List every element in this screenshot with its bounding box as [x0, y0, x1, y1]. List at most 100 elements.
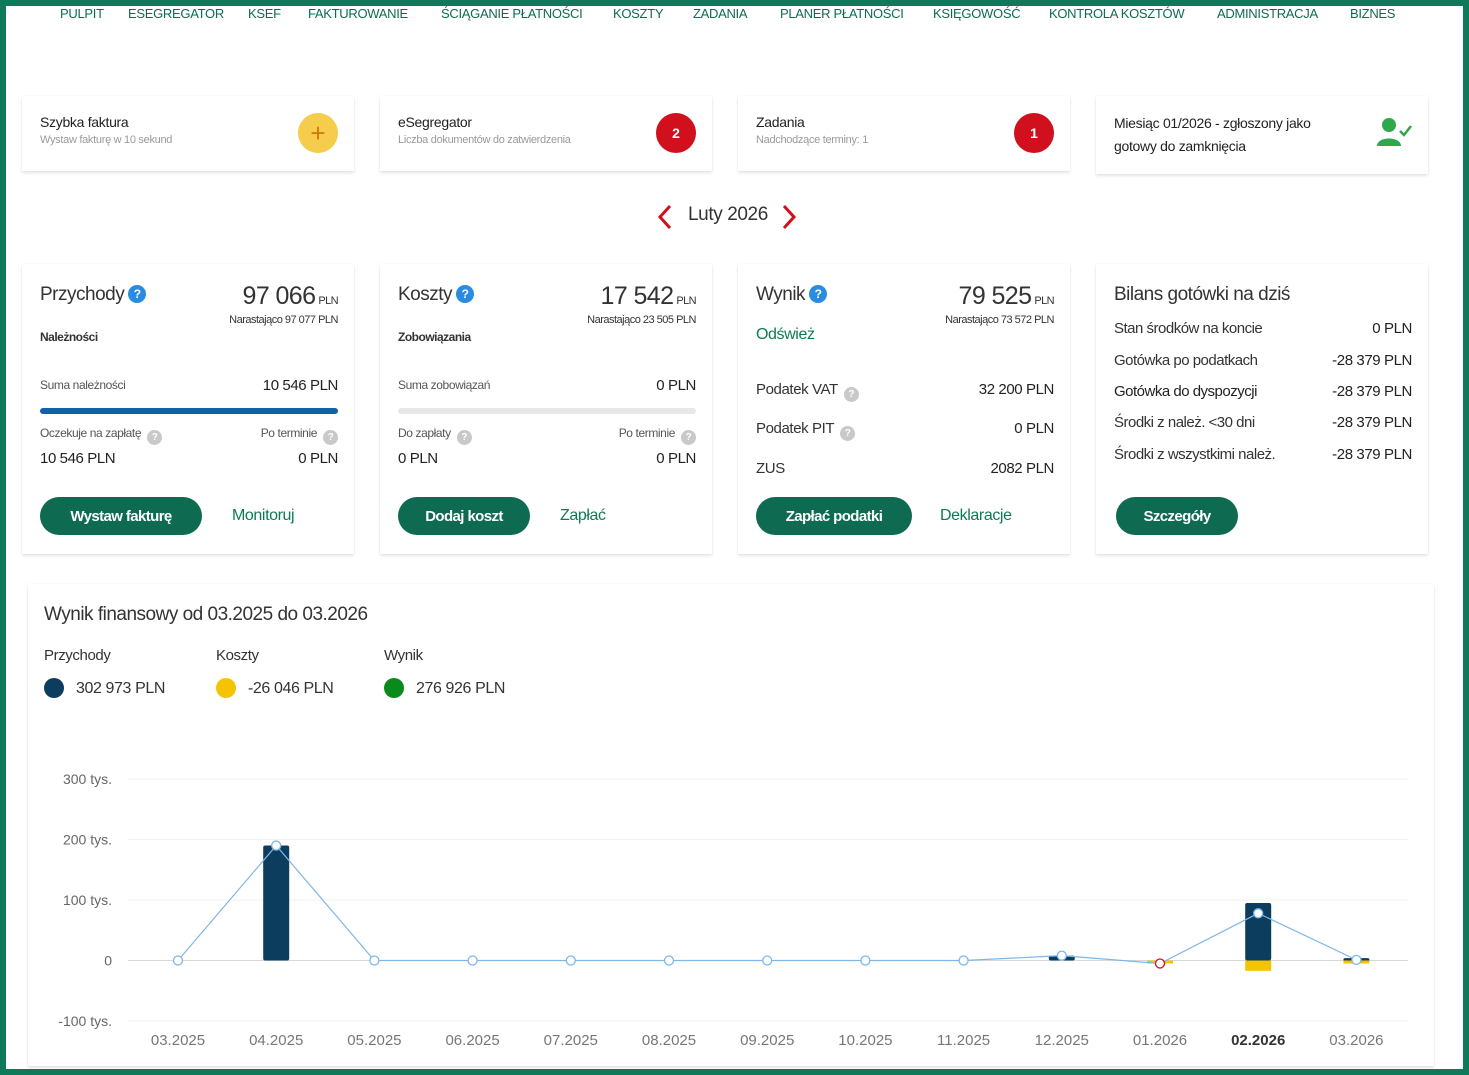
plus-icon[interactable]: +: [298, 113, 338, 153]
help-icon[interactable]: ?: [809, 285, 828, 303]
result-title-text: Wynik: [756, 284, 806, 305]
x-tick-label: 09.2025: [740, 1032, 794, 1049]
result-line: [177, 844, 1357, 965]
financial-result-card: Wynik finansowy od 03.2025 do 03.2026 Pr…: [28, 584, 1434, 1066]
result-point: [663, 955, 675, 966]
zus-value: 2082 PLN: [990, 460, 1054, 477]
help-icon[interactable]: ?: [840, 426, 856, 441]
cash-row-value: 0 PLN: [1372, 320, 1412, 337]
cash-row-value: -28 379 PLN: [1332, 414, 1412, 431]
user-check-icon: [1376, 116, 1412, 153]
issue-invoice-button[interactable]: Wystaw fakturę: [40, 497, 202, 535]
pit-label: Podatek PIT?: [756, 420, 856, 441]
y-tick-label: -100 tys.: [58, 1013, 112, 1029]
quick-invoice-title: Szybka faktura: [40, 114, 129, 130]
revenue-amount: 97 066 PLN: [243, 282, 339, 311]
nav-koszty[interactable]: KOSZTY: [613, 6, 664, 21]
pit-value: 0 PLN: [1014, 420, 1054, 437]
result-point: [1351, 954, 1362, 966]
x-tick-label: 01.2026: [1133, 1032, 1187, 1049]
esegregator-card[interactable]: eSegregator Liczba dokumentów do zatwier…: [380, 96, 712, 171]
costs-overdue-label-text: Po terminie: [618, 426, 676, 440]
liabilities-sum-label: Suma zobowiązań: [398, 378, 491, 392]
due-value: 0 PLN: [398, 450, 438, 467]
nav-administracja[interactable]: ADMINISTRACJA: [1217, 6, 1318, 21]
help-icon[interactable]: ?: [843, 387, 859, 402]
nav-planer[interactable]: PLANER PŁATNOŚCI: [780, 6, 904, 21]
nav-sciaganie[interactable]: ŚCIĄGANIE PŁATNOŚCI: [441, 6, 583, 21]
costs-amount: 17 542 PLN: [600, 282, 697, 311]
costs-overdue-value: 0 PLN: [656, 450, 696, 467]
help-icon[interactable]: ?: [147, 430, 163, 445]
x-tick-label: 04.2025: [249, 1032, 303, 1049]
monitor-link[interactable]: Monitoruj: [232, 507, 295, 525]
help-icon[interactable]: ?: [128, 285, 147, 303]
nav-zadania[interactable]: ZADANIA: [693, 6, 748, 21]
pit-label-text: Podatek PIT: [756, 420, 835, 437]
revenue-title-text: Przychody: [40, 284, 125, 305]
pay-link[interactable]: Zapłać: [560, 507, 606, 525]
cash-row-value: -28 379 PLN: [1332, 352, 1412, 369]
cash-row-label: Środki z wszystkimi należ.: [1114, 446, 1276, 463]
x-tick-label: 10.2025: [838, 1032, 892, 1049]
nav-ksiegowosc[interactable]: KSIĘGOWOŚĆ: [933, 6, 1021, 21]
y-tick-label: 200 tys.: [63, 832, 112, 848]
nav-kontrola[interactable]: KONTROLA KOSZTÓW: [1049, 6, 1185, 21]
cash-row-label: Środki z należ. <30 dni: [1114, 414, 1255, 431]
x-tick-label: 02.2026: [1231, 1032, 1285, 1049]
refresh-link[interactable]: Odśwież: [756, 326, 815, 344]
y-tick-label: 100 tys.: [63, 892, 112, 908]
receivables-progress-bar: [40, 408, 338, 414]
x-tick-label: 03.2025: [151, 1032, 205, 1049]
revenue-cumulative: Narastająco 97 077 PLN: [229, 314, 338, 326]
revenue-title: Przychody?: [40, 284, 147, 306]
nav-ksef[interactable]: KSEF: [248, 6, 281, 21]
esegregator-subtitle: Liczba dokumentów do zatwierdzenia: [398, 134, 571, 146]
prev-month-chevron-icon[interactable]: [656, 202, 674, 238]
result-point: [271, 840, 282, 851]
result-amount: 79 525 PLN: [959, 282, 1055, 311]
cash-row-value: -28 379 PLN: [1332, 383, 1412, 400]
esegregator-count-badge: 2: [656, 113, 696, 153]
declarations-link[interactable]: Deklaracje: [940, 507, 1012, 525]
costs-card: Koszty? 17 542 PLN Narastająco 23 505 PLN…: [380, 264, 712, 554]
vat-label: Podatek VAT?: [756, 381, 859, 402]
tasks-count-badge: 1: [1014, 113, 1054, 153]
result-point: [467, 955, 478, 966]
quick-invoice-card[interactable]: Szybka faktura Wystaw fakturę w 10 sekun…: [22, 96, 354, 171]
overdue-value: 0 PLN: [298, 450, 338, 467]
help-icon[interactable]: ?: [323, 430, 338, 445]
next-month-chevron-icon[interactable]: [780, 202, 798, 238]
help-icon[interactable]: ?: [681, 430, 696, 445]
tasks-card[interactable]: Zadania Nadchodzące terminy: 1 1: [738, 96, 1070, 171]
pay-taxes-button[interactable]: Zapłać podatki: [756, 497, 912, 535]
nav-fakturowanie[interactable]: FAKTUROWANIE: [308, 6, 408, 21]
result-unit: PLN: [1034, 295, 1054, 307]
receivables-sum-value: 10 546 PLN: [262, 377, 339, 394]
nav-esegregator[interactable]: ESEGREGATOR: [128, 6, 224, 21]
x-tick-label: 07.2025: [544, 1032, 598, 1049]
result-point: [1154, 958, 1166, 969]
nav-biznes[interactable]: BIZNES: [1350, 6, 1395, 21]
result-point: [762, 955, 773, 966]
nav-pulpit[interactable]: PULPIT: [60, 6, 104, 21]
result-card: Wynik? 79 525 PLN Narastająco 73 572 PLN …: [738, 264, 1070, 554]
liabilities-sum-value: 0 PLN: [656, 377, 696, 394]
add-cost-button[interactable]: Dodaj koszt: [398, 497, 530, 535]
costs-unit: PLN: [676, 295, 696, 307]
details-button[interactable]: Szczegóły: [1116, 497, 1238, 535]
costs-title-text: Koszty: [398, 284, 453, 305]
result-point: [565, 955, 576, 966]
x-tick-label: 05.2025: [347, 1032, 401, 1049]
result-point: [172, 955, 184, 966]
help-icon[interactable]: ?: [456, 430, 472, 445]
cash-row-label: Gotówka po podatkach: [1114, 352, 1258, 369]
result-title: Wynik?: [756, 284, 828, 306]
costs-title: Koszty?: [398, 284, 475, 306]
help-icon[interactable]: ?: [456, 285, 475, 303]
result-point: [1056, 950, 1067, 961]
x-tick-label: 11.2025: [937, 1032, 990, 1049]
result-point: [1253, 908, 1264, 919]
costs-amount-value: 17 542: [600, 282, 674, 310]
month-closed-card[interactable]: Miesiąc 01/2026 - zgłoszony jako gotowy …: [1096, 96, 1428, 174]
